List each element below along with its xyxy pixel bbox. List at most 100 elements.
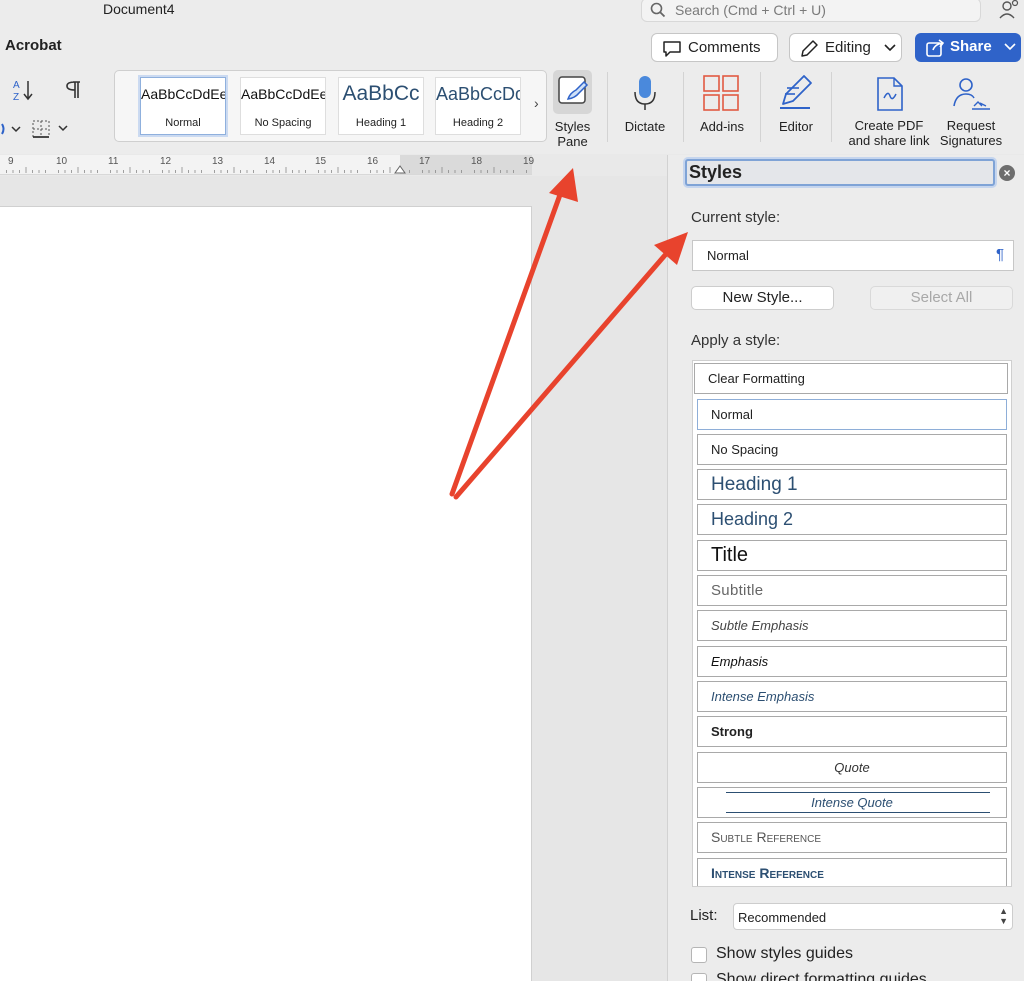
- select-all-button[interactable]: Select All: [870, 286, 1013, 310]
- horizontal-ruler[interactable]: 9 10 11 12 13 14 15 16 17 18 19: [0, 155, 535, 175]
- style-item-intense-quote[interactable]: Intense Quote: [697, 787, 1007, 818]
- editor-pen-icon: [780, 75, 812, 109]
- style-tile-heading-1[interactable]: AaBbCc Heading 1: [338, 77, 424, 135]
- styles-pane-button[interactable]: Styles Pane: [550, 70, 595, 149]
- ruler-number: 10: [56, 156, 68, 167]
- dictate-button[interactable]: Dictate: [615, 74, 675, 134]
- ruler-number: 19: [523, 156, 535, 167]
- signature-icon: [953, 78, 990, 110]
- style-item-no-spacing[interactable]: No Spacing: [697, 434, 1007, 465]
- show-styles-guides-label: Show styles guides: [716, 945, 853, 962]
- ribbon-divider: [831, 72, 832, 142]
- style-tile-preview: AaBbCc: [342, 82, 420, 105]
- chevron-down-icon: [1004, 43, 1016, 51]
- style-item-subtle-reference[interactable]: Subtle Reference: [697, 822, 1007, 853]
- search-icon: [650, 2, 666, 18]
- tab-row: Acrobat Comments Editing Share: [0, 26, 1024, 66]
- style-item-title[interactable]: Title: [697, 540, 1007, 571]
- comments-button[interactable]: Comments: [651, 33, 778, 62]
- style-item-strong[interactable]: Strong: [697, 716, 1007, 747]
- show-direct-formatting-checkbox[interactable]: [691, 973, 707, 981]
- create-pdf-button[interactable]: Create PDF and share link: [842, 76, 936, 148]
- borders-icon[interactable]: [31, 119, 71, 139]
- request-signatures-button[interactable]: Request Signatures: [936, 76, 1006, 148]
- editing-label: Editing: [825, 39, 871, 56]
- style-item-normal[interactable]: Normal: [697, 399, 1007, 430]
- indent-icon[interactable]: [0, 122, 24, 136]
- add-ins-label: Add-ins: [699, 119, 745, 134]
- ruler-number: 15: [315, 156, 327, 167]
- style-item-intense-reference[interactable]: Intense Reference: [697, 858, 1007, 886]
- style-tile-normal[interactable]: AaBbCcDdEe Normal: [140, 77, 226, 135]
- chevron-down-icon: [884, 44, 896, 52]
- style-tile-preview: AaBbCcDdEe: [241, 86, 325, 102]
- ribbon-divider: [683, 72, 684, 142]
- pdf-link-icon: [877, 77, 903, 111]
- document-canvas: [0, 176, 667, 981]
- style-item-emphasis[interactable]: Emphasis: [697, 646, 1007, 677]
- style-item-clear-formatting[interactable]: Clear Formatting: [694, 363, 1008, 394]
- tab-acrobat[interactable]: Acrobat: [5, 37, 62, 54]
- share-button[interactable]: Share: [915, 33, 1021, 62]
- sort-icon[interactable]: AZ: [12, 78, 38, 102]
- account-icon[interactable]: [998, 0, 1020, 20]
- style-tile-name: Heading 1: [355, 117, 407, 129]
- create-pdf-label-1: Create PDF: [854, 118, 924, 133]
- ribbon-divider: [760, 72, 761, 142]
- style-item-intense-emphasis[interactable]: Intense Emphasis: [697, 681, 1007, 712]
- request-signatures-label-1: Request: [946, 118, 996, 133]
- gallery-more-chevron[interactable]: ›: [534, 95, 539, 111]
- styles-pane: Styles × Current style: Normal ¶ New Sty…: [667, 155, 1024, 981]
- style-list[interactable]: Clear Formatting Normal No Spacing Headi…: [692, 360, 1012, 887]
- document-page[interactable]: [0, 206, 532, 981]
- ribbon-divider: [607, 72, 608, 142]
- close-icon[interactable]: ×: [999, 165, 1015, 181]
- intense-quote-rule-top: [726, 792, 990, 793]
- dictate-label: Dictate: [624, 119, 666, 134]
- intense-quote-label: Intense Quote: [811, 795, 893, 810]
- request-signatures-label-2: Signatures: [939, 133, 1003, 148]
- style-item-subtitle[interactable]: Subtitle: [697, 575, 1007, 606]
- style-tile-preview: AaBbCcDd: [436, 84, 520, 104]
- style-tile-heading-2[interactable]: AaBbCcDd Heading 2: [435, 77, 521, 135]
- list-filter-select[interactable]: Recommended ▲ ▼: [733, 903, 1013, 930]
- current-style-field[interactable]: Normal ¶: [692, 240, 1014, 271]
- search-input[interactable]: Search (Cmd + Ctrl + U): [641, 0, 981, 22]
- ruler-number: 9: [8, 156, 14, 167]
- styles-pane-title: Styles: [685, 159, 995, 186]
- show-styles-guides-checkbox[interactable]: [691, 947, 707, 963]
- pilcrow-icon[interactable]: [66, 80, 82, 100]
- list-label: List:: [690, 907, 718, 924]
- comments-label: Comments: [688, 39, 761, 56]
- style-tile-name: Heading 2: [452, 117, 504, 129]
- new-style-button[interactable]: New Style...: [691, 286, 834, 310]
- svg-text:Z: Z: [13, 92, 19, 102]
- style-item-heading-1[interactable]: Heading 1: [697, 469, 1007, 500]
- style-tile-name: No Spacing: [254, 117, 312, 129]
- style-item-quote[interactable]: Quote: [697, 752, 1007, 783]
- share-label: Share: [950, 38, 992, 55]
- title-bar: Document4 Search (Cmd + Ctrl + U): [0, 0, 1024, 26]
- styles-gallery: AaBbCcDdEe Normal AaBbCcDdEe No Spacing …: [114, 70, 547, 142]
- indent-marker[interactable]: [394, 165, 406, 174]
- ruler-number: 14: [264, 156, 276, 167]
- ruler-number: 18: [471, 156, 483, 167]
- list-filter-value: Recommended: [738, 910, 827, 925]
- editor-button[interactable]: Editor: [767, 74, 825, 134]
- styles-pane-icon: [558, 76, 589, 104]
- current-style-label: Current style:: [691, 209, 781, 226]
- intense-quote-rule-bottom: [726, 812, 990, 813]
- editor-label: Editor: [779, 119, 813, 134]
- add-ins-icon: [703, 75, 739, 111]
- show-direct-formatting-label: Show direct formatting guides: [716, 971, 927, 981]
- style-item-subtle-emphasis[interactable]: Subtle Emphasis: [697, 610, 1007, 641]
- style-tile-no-spacing[interactable]: AaBbCcDdEe No Spacing: [240, 77, 326, 135]
- style-item-heading-2[interactable]: Heading 2: [697, 504, 1007, 535]
- ruler-number: 16: [367, 156, 379, 167]
- ruler-number: 12: [160, 156, 172, 167]
- add-ins-button[interactable]: Add-ins: [692, 74, 752, 134]
- share-icon: [926, 39, 945, 57]
- styles-pane-label-1: Styles: [554, 119, 591, 134]
- document-title: Document4: [103, 1, 175, 17]
- editing-mode-button[interactable]: Editing: [789, 33, 902, 62]
